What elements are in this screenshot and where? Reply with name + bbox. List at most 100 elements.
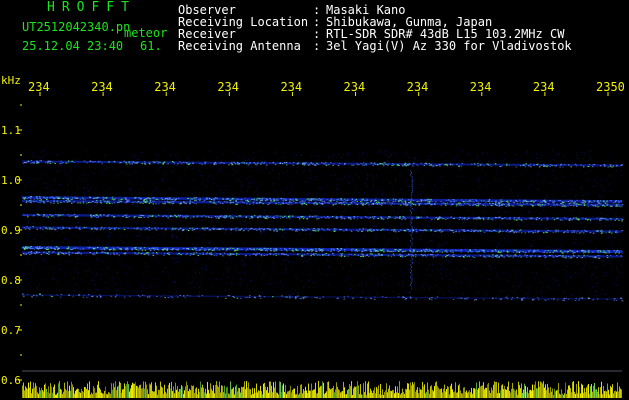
noise-pixel: [191, 180, 193, 182]
noise-pixel: [539, 223, 541, 225]
echo-pixel: [285, 164, 288, 166]
noise-pixel: [525, 167, 527, 169]
noise-pixel: [95, 258, 97, 260]
noise-pixel: [519, 159, 521, 161]
noise-pixel: [268, 172, 270, 174]
noise-pixel: [517, 252, 519, 254]
echo-pixel: [195, 197, 198, 199]
noise-pixel: [434, 252, 436, 254]
echo-pixel: [506, 164, 508, 166]
noise-pixel: [443, 292, 445, 294]
noise-pixel: [99, 205, 101, 207]
noise-pixel: [172, 262, 174, 264]
noise-pixel: [602, 234, 604, 236]
noise-pixel: [102, 169, 104, 171]
noise-pixel: [239, 285, 241, 287]
noise-pixel: [421, 177, 423, 179]
echo-pixel: [205, 198, 208, 200]
noise-pixel: [525, 293, 527, 295]
echo-pixel: [67, 213, 69, 215]
noise-pixel: [441, 289, 443, 291]
noise-pixel: [23, 169, 25, 171]
noise-pixel: [235, 170, 237, 172]
noise-pixel: [39, 157, 41, 159]
noise-pixel: [142, 177, 144, 179]
echo-pixel: [57, 197, 60, 199]
noise-pixel: [77, 186, 79, 188]
noise-pixel: [376, 294, 378, 296]
noise-pixel: [222, 151, 224, 153]
noise-pixel: [336, 251, 338, 253]
noise-pixel: [503, 211, 505, 213]
noise-pixel: [78, 165, 80, 167]
noise-pixel: [309, 177, 311, 179]
noise-pixel: [318, 224, 320, 226]
noise-pixel: [525, 161, 527, 163]
echo-pixel: [522, 164, 524, 166]
noise-pixel: [473, 247, 475, 249]
noise-pixel: [94, 291, 96, 293]
echo-pixel: [245, 163, 248, 165]
echo-pixel: [89, 160, 91, 162]
echo-pixel: [599, 200, 602, 202]
echo-pixel: [570, 200, 572, 202]
echo-pixel: [285, 202, 287, 204]
echo-pixel: [509, 231, 512, 233]
echo-pixel: [193, 199, 196, 201]
noise-pixel: [100, 241, 102, 243]
echo-pixel: [53, 228, 56, 230]
noise-pixel: [144, 272, 146, 274]
echo-pixel: [217, 216, 219, 218]
noise-pixel: [422, 165, 424, 167]
noise-pixel: [585, 257, 587, 259]
echo-pixel: [309, 215, 311, 217]
echo-pixel: [455, 200, 457, 202]
echo-pixel: [297, 229, 300, 231]
noise-pixel: [76, 277, 78, 279]
noise-pixel: [221, 204, 223, 206]
noise-pixel: [60, 225, 62, 227]
noise-pixel: [235, 297, 237, 299]
noise-pixel: [601, 288, 603, 290]
echo-pixel: [54, 162, 56, 164]
noise-pixel: [552, 174, 554, 176]
noise-pixel: [258, 166, 260, 168]
noise-pixel: [44, 182, 46, 184]
echo-pixel: [114, 249, 117, 251]
echo-pixel: [495, 231, 497, 233]
echo-pixel: [382, 218, 385, 220]
noise-pixel: [604, 219, 606, 221]
noise-pixel: [368, 265, 370, 267]
noise-pixel: [153, 279, 155, 281]
noise-pixel: [542, 295, 544, 297]
echo-pixel: [477, 202, 480, 204]
noise-pixel: [536, 153, 538, 155]
echo-pixel: [79, 198, 82, 200]
noise-pixel: [49, 284, 51, 286]
noise-pixel: [171, 234, 173, 236]
noise-pixel: [186, 294, 188, 296]
noise-pixel: [126, 272, 128, 274]
noise-pixel: [121, 288, 123, 290]
noise-pixel: [138, 192, 140, 194]
echo-pixel: [541, 204, 544, 206]
noise-pixel: [303, 286, 305, 288]
noise-pixel: [107, 167, 109, 169]
noise-pixel: [359, 284, 361, 286]
noise-pixel: [272, 184, 274, 186]
echo-pixel: [537, 203, 539, 205]
echo-pixel: [76, 198, 79, 200]
noise-pixel: [538, 238, 540, 240]
noise-pixel: [50, 231, 52, 233]
noise-pixel: [187, 158, 189, 160]
noise-pixel: [565, 241, 567, 243]
noise-pixel: [515, 167, 517, 169]
echo-pixel: [404, 162, 407, 164]
noise-pixel: [428, 172, 430, 174]
noise-pixel: [174, 281, 176, 283]
echo-pixel: [600, 219, 602, 221]
noise-pixel: [142, 273, 144, 275]
echo-pixel: [382, 200, 385, 202]
noise-pixel: [422, 187, 424, 189]
echo-pixel: [575, 204, 578, 206]
